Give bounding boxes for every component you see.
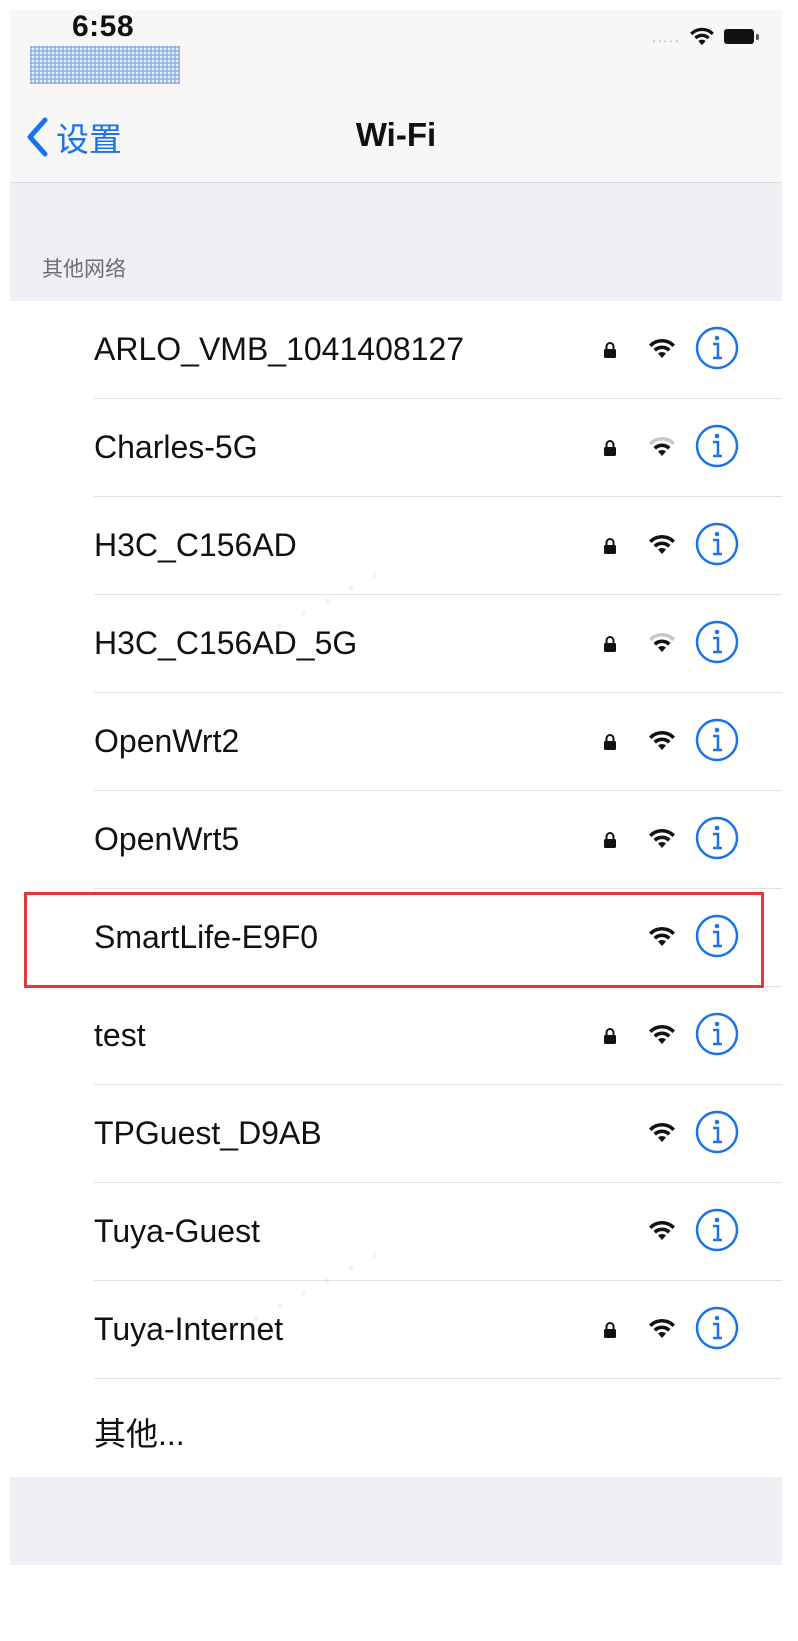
network-row[interactable]: Tuya-Guest <box>10 1183 782 1281</box>
network-row[interactable]: OpenWrt2 <box>10 693 782 791</box>
network-name: OpenWrt2 <box>94 723 240 759</box>
wifi-icon <box>649 730 675 750</box>
lock-icon <box>604 440 616 456</box>
wifi-icon <box>649 1318 675 1338</box>
info-icon[interactable] <box>694 1207 740 1253</box>
info-icon[interactable] <box>694 717 740 763</box>
lock-icon <box>604 342 616 358</box>
lock-icon <box>604 734 616 750</box>
wifi-icon <box>649 338 675 358</box>
bottom-row <box>10 1565 782 1641</box>
wifi-icon <box>690 27 714 46</box>
phone-screen: 6:58 ····· 设置 Wi-Fi 其他网络 ARLO_VMB_104140… <box>10 10 782 1641</box>
info-icon[interactable] <box>694 1011 740 1057</box>
network-name: H3C_C156AD <box>94 527 297 563</box>
info-icon[interactable] <box>694 1109 740 1155</box>
battery-icon <box>724 28 759 44</box>
wifi-icon <box>649 828 675 848</box>
other-network-label: 其他... <box>94 1416 185 1452</box>
network-name: TPGuest_D9AB <box>94 1115 322 1151</box>
network-name: H3C_C156AD_5G <box>94 625 358 661</box>
navigation-bar: 设置 Wi-Fi <box>10 92 782 183</box>
lock-icon <box>604 538 616 554</box>
info-icon[interactable] <box>694 423 740 469</box>
lock-icon <box>604 832 616 848</box>
status-bar: 6:58 ····· <box>10 10 782 92</box>
network-row[interactable]: OpenWrt5 <box>10 791 782 889</box>
lock-icon <box>604 1028 616 1044</box>
network-row[interactable]: H3C_C156AD_5G <box>10 595 782 693</box>
network-row[interactable]: test <box>10 987 782 1085</box>
network-row[interactable]: Tuya-Internet <box>10 1281 782 1379</box>
network-name: Charles-5G <box>94 429 258 465</box>
network-row[interactable]: ARLO_VMB_1041408127 <box>10 301 782 399</box>
network-name: Tuya-Guest <box>94 1213 260 1249</box>
lock-icon <box>604 636 616 652</box>
wifi-icon <box>649 1122 675 1142</box>
network-row[interactable]: SmartLife-E9F0 <box>10 889 782 987</box>
section-header: 其他网络 <box>10 183 782 301</box>
wifi-icon <box>649 534 675 554</box>
info-icon[interactable] <box>694 325 740 371</box>
network-name: ARLO_VMB_1041408127 <box>94 331 465 367</box>
lock-icon <box>604 1322 616 1338</box>
carrier-redacted <box>30 46 180 84</box>
network-name: test <box>94 1017 146 1053</box>
info-icon[interactable] <box>694 619 740 665</box>
network-name: Tuya-Internet <box>94 1311 284 1347</box>
network-name: SmartLife-E9F0 <box>94 919 319 955</box>
network-name: OpenWrt5 <box>94 821 240 857</box>
section-header-label: 其他网络 <box>42 258 126 281</box>
other-network-row[interactable]: 其他... <box>10 1379 782 1477</box>
wifi-icon <box>649 1220 675 1240</box>
network-row[interactable]: Charles-5G <box>10 399 782 497</box>
network-row[interactable]: TPGuest_D9AB <box>10 1085 782 1183</box>
info-icon[interactable] <box>694 521 740 567</box>
signal-dots-icon: ····· <box>651 32 680 48</box>
network-list: ARLO_VMB_1041408127 Charles-5G H3C_C156AD H… <box>10 301 782 1477</box>
wifi-icon <box>649 632 675 652</box>
wifi-icon <box>649 436 675 456</box>
bottom-spacer <box>10 1479 782 1565</box>
status-right: ····· <box>651 24 759 48</box>
status-time: 6:58 <box>72 10 135 43</box>
info-icon[interactable] <box>694 815 740 861</box>
info-icon[interactable] <box>694 913 740 959</box>
info-icon[interactable] <box>694 1305 740 1351</box>
wifi-icon <box>649 926 675 946</box>
page-title: Wi-Fi <box>355 116 437 153</box>
wifi-icon <box>649 1024 675 1044</box>
network-row[interactable]: H3C_C156AD <box>10 497 782 595</box>
